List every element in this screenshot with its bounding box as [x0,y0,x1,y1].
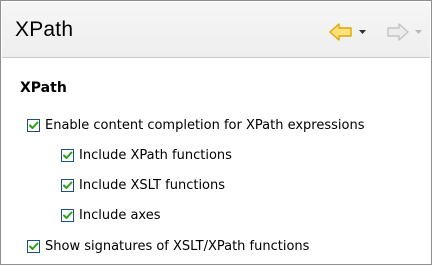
preferences-panel: XPath XPath Enable content completion fo… [0,0,432,265]
include-axes-option[interactable]: Include axes [61,208,161,223]
enable-content-completion-option[interactable]: Enable content completion for XPath expr… [27,118,364,133]
back-arrow-icon[interactable] [329,23,353,41]
option-label: Include axes [79,208,161,223]
checkmark-icon [29,121,39,129]
include-xpath-functions-option[interactable]: Include XPath functions [61,148,232,163]
show-signatures-option[interactable]: Show signatures of XSLT/XPath functions [27,239,309,254]
checkmark-icon [63,151,73,159]
option-label: Include XPath functions [79,148,232,163]
include-xpath-functions-checkbox[interactable] [61,149,74,162]
preferences-content: XPath Enable content completion for XPat… [2,58,430,263]
show-signatures-checkbox[interactable] [27,240,40,253]
checkmark-icon [29,242,39,250]
section-title: XPath [20,80,67,96]
forward-navigation[interactable] [387,22,422,42]
option-label: Include XSLT functions [79,178,226,193]
checkmark-icon [63,211,73,219]
panel-header: XPath [2,2,430,58]
enable-content-completion-checkbox[interactable] [27,119,40,132]
chevron-down-icon[interactable] [359,29,366,35]
option-label: Show signatures of XSLT/XPath functions [45,239,310,254]
page-title: XPath [15,18,74,41]
include-xslt-functions-checkbox[interactable] [61,179,74,192]
checkmark-icon [63,181,73,189]
option-label: Enable content completion for XPath expr… [45,118,365,133]
forward-arrow-icon[interactable] [387,23,409,41]
chevron-down-icon[interactable] [415,29,422,35]
back-navigation[interactable] [329,22,366,42]
include-axes-checkbox[interactable] [61,209,74,222]
include-xslt-functions-option[interactable]: Include XSLT functions [61,178,225,193]
